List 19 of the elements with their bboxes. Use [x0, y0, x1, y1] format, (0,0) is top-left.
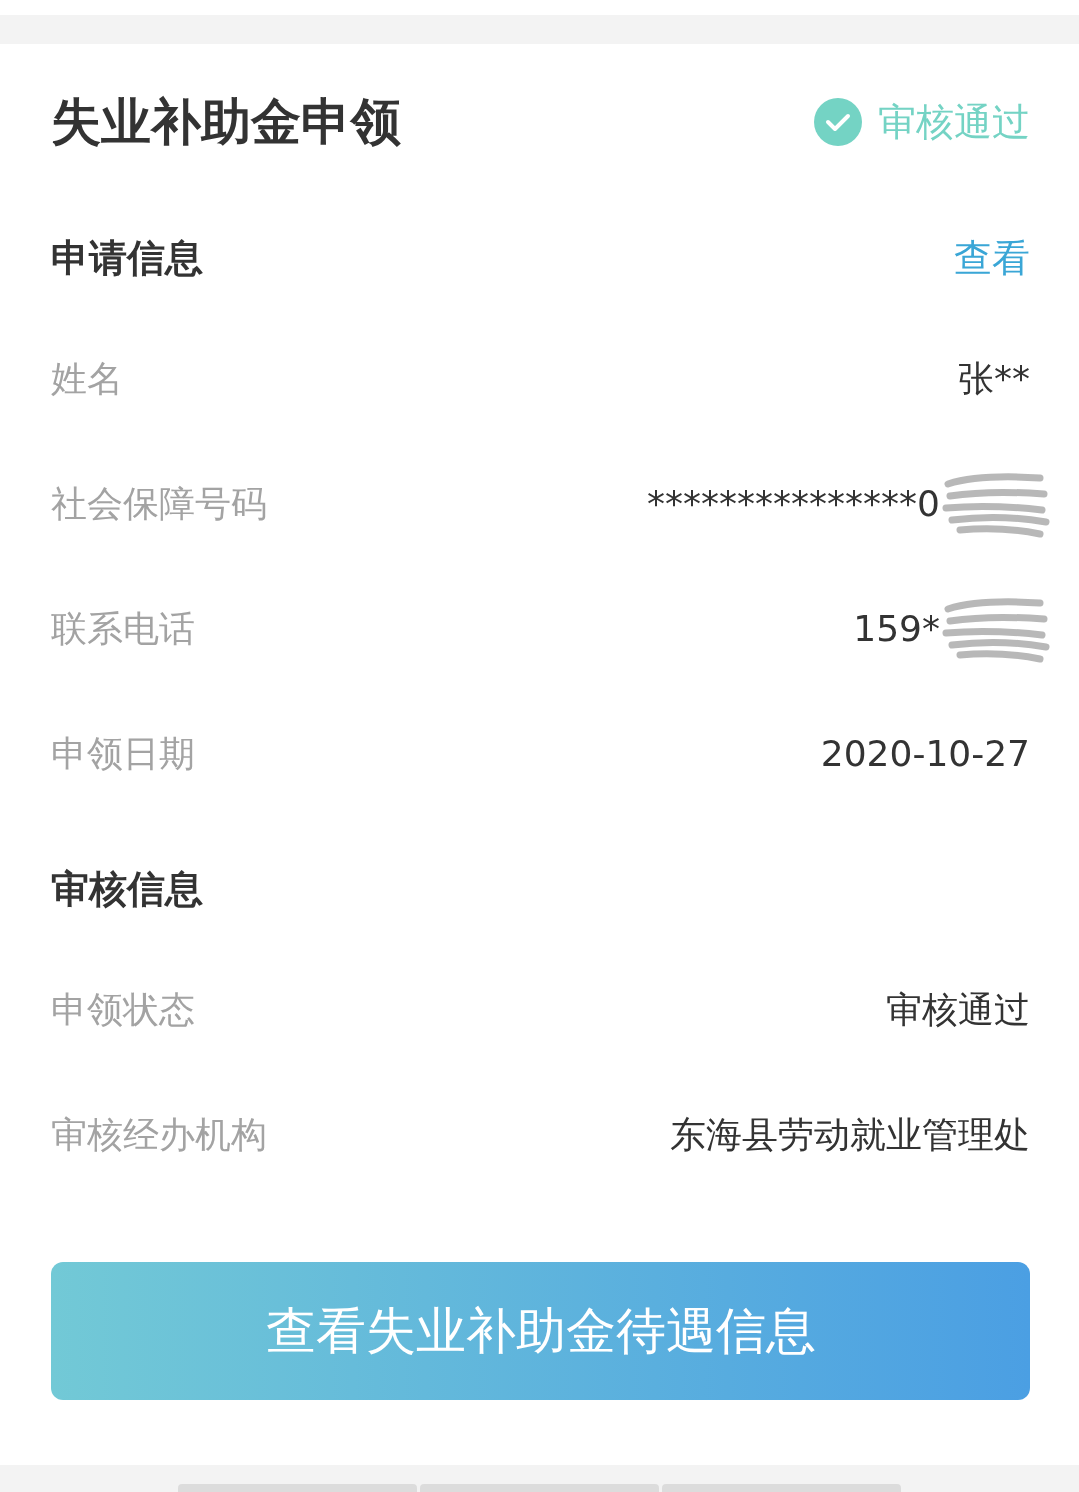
field-label: 社会保障号码 [51, 481, 267, 526]
page-title: 失业补助金申领 [51, 91, 401, 153]
field-value: 张** [958, 356, 1030, 401]
field-value: 审核通过 [886, 987, 1030, 1032]
field-value: ***************0 [647, 481, 940, 526]
section-heading: 审核信息 [51, 865, 203, 913]
field-value: 2020-10-27 [820, 731, 1030, 776]
check-circle-icon [814, 98, 862, 146]
field-label: 审核经办机构 [51, 1112, 267, 1157]
field-value: 159* [853, 606, 940, 651]
field-label: 申领状态 [51, 987, 195, 1032]
field-value: 东海县劳动就业管理处 [670, 1112, 1030, 1157]
benefit-info-button[interactable]: 查看失业补助金待遇信息 [51, 1262, 1030, 1400]
view-link[interactable]: 查看 [954, 229, 1030, 287]
status-text: 审核通过 [878, 98, 1030, 146]
section-heading: 申请信息 [51, 234, 203, 282]
field-label: 联系电话 [51, 606, 195, 651]
field-label: 姓名 [51, 356, 123, 401]
field-label: 申领日期 [51, 731, 195, 776]
